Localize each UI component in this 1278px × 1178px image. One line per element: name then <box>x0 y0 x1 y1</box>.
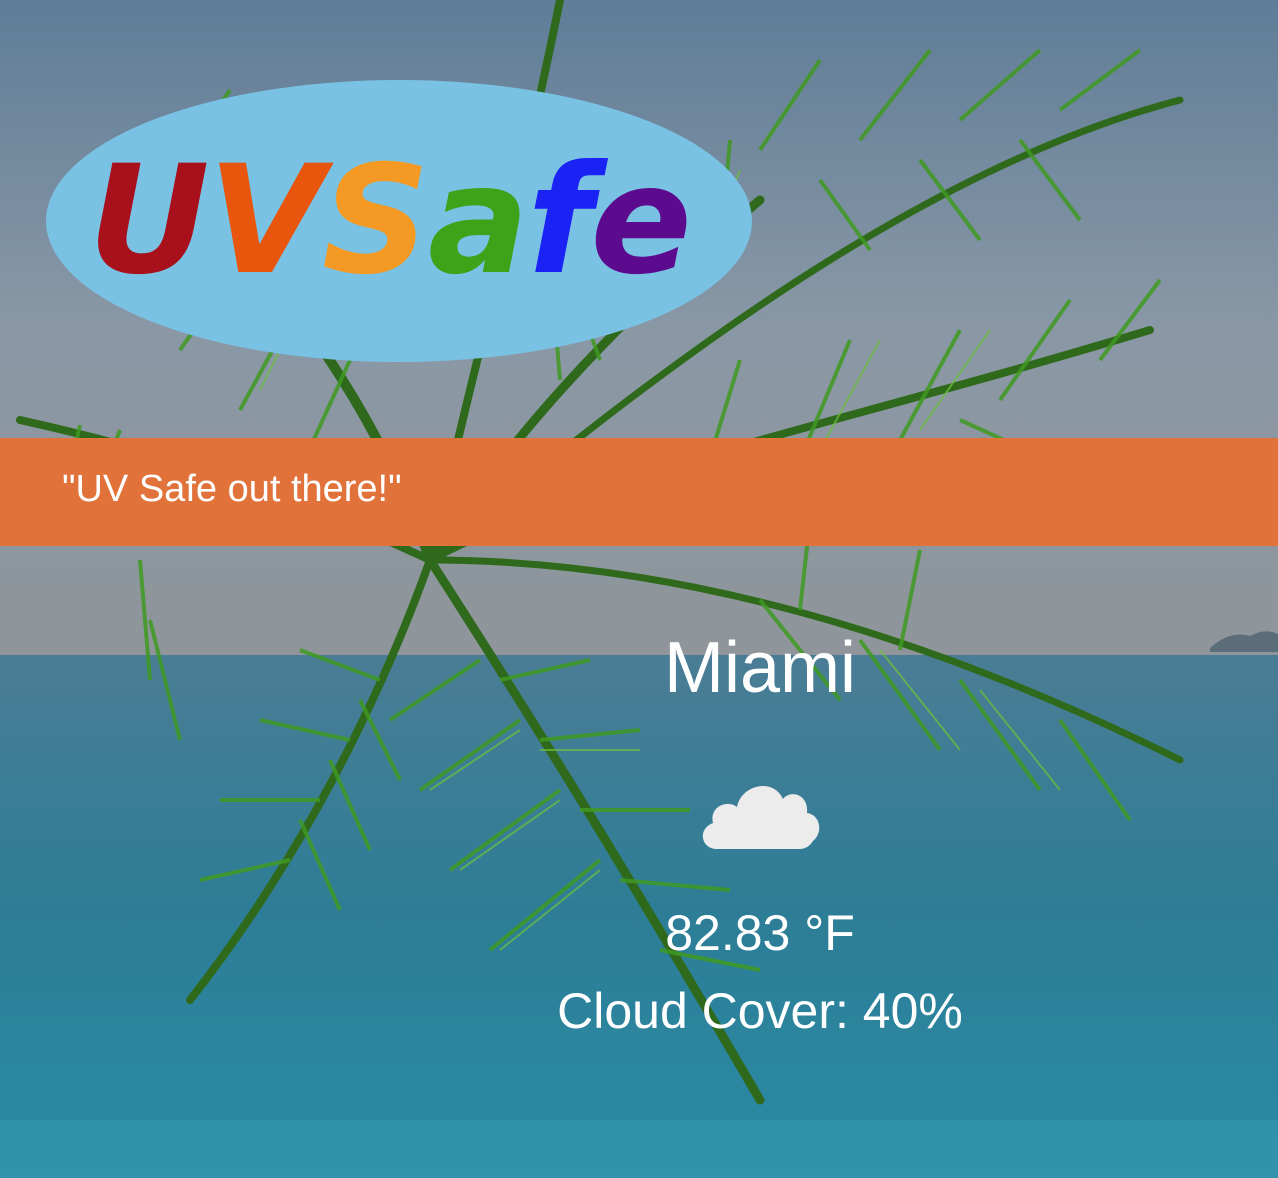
logo-letter-v: V <box>207 134 324 308</box>
uvsafe-page: U V S a f e "UV Safe out there!" Miami 8… <box>0 0 1278 1178</box>
logo-letter-u: U <box>87 134 210 308</box>
cloud-icon <box>695 771 825 861</box>
city-name: Miami <box>664 628 856 708</box>
logo-letter-s: S <box>321 134 430 308</box>
logo-letter-a: a <box>427 134 529 308</box>
cloud-cover-value: Cloud Cover: 40% <box>557 983 963 1039</box>
uvsafe-logo[interactable]: U V S a f e <box>46 80 752 362</box>
weather-panel: Miami 82.83 °F Cloud Cover: 40% <box>460 625 1060 1041</box>
logo-letter-e: e <box>590 134 692 308</box>
logo-text: U V S a f e <box>46 80 752 362</box>
tagline-text: "UV Safe out there!" <box>62 468 402 510</box>
logo-letter-f: f <box>527 134 592 308</box>
temperature-value: 82.83 °F <box>665 905 855 961</box>
